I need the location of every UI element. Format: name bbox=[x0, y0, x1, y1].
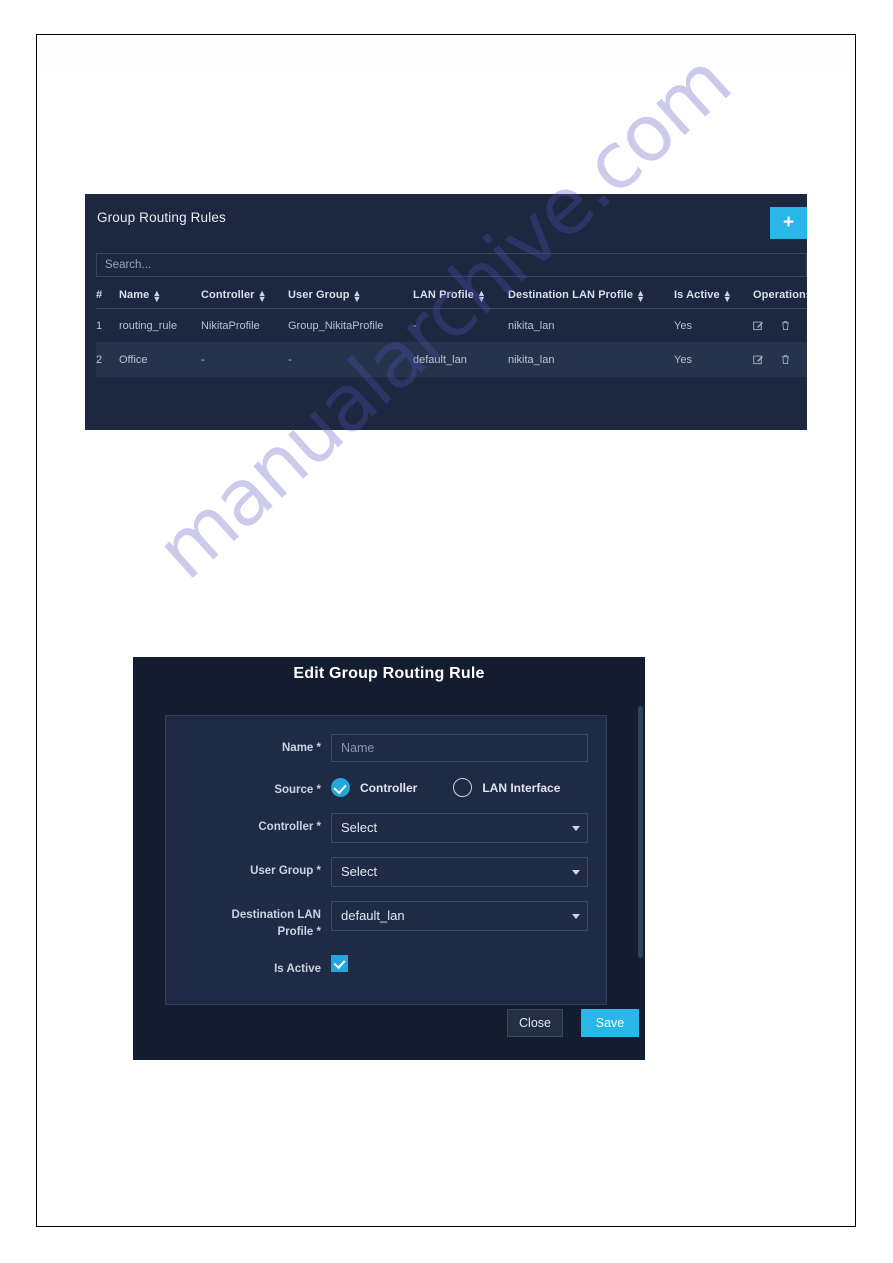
modal-footer: Close Save bbox=[133, 1003, 645, 1060]
label-destination-lan-profile: Destination LAN Profile * bbox=[166, 901, 331, 941]
column-label: # bbox=[96, 289, 103, 302]
source-radio-group: Controller LAN Interface bbox=[331, 776, 588, 797]
sort-icon[interactable]: ▲ ▼ bbox=[152, 289, 161, 304]
field-destination-lan-profile: default_lan bbox=[331, 901, 606, 931]
name-input[interactable] bbox=[331, 734, 588, 762]
group-routing-rules-panel: Group Routing Rules + # Name▲▼ Controlle… bbox=[85, 194, 807, 430]
page-title: Group Routing Rules bbox=[97, 210, 226, 225]
controller-select-value: Select bbox=[341, 820, 378, 835]
cell-lan-profile: - bbox=[413, 308, 508, 344]
edit-icon[interactable] bbox=[753, 320, 764, 331]
routing-rules-table: # Name ▲ ▼ Controller ▲ ▼ User Group ▲ ▼ LAN P… bbox=[96, 289, 807, 378]
radio-label-lan-interface[interactable]: LAN Interface bbox=[482, 781, 560, 795]
add-rule-button[interactable]: + bbox=[770, 207, 807, 239]
column-label: Operations bbox=[753, 289, 807, 302]
close-button[interactable]: Close bbox=[507, 1009, 563, 1037]
form-row-is-active: Is Active bbox=[166, 955, 606, 978]
column-header-number: # bbox=[96, 289, 119, 310]
panel-header: Group Routing Rules + bbox=[85, 194, 807, 250]
label-line-2: Profile * bbox=[277, 926, 321, 938]
table-row[interactable]: 1 routing_rule NikitaProfile Group_Nikit… bbox=[96, 308, 807, 344]
user-group-select-value: Select bbox=[341, 864, 378, 879]
form-row-user-group: User Group * Select bbox=[166, 857, 606, 887]
radio-label-controller[interactable]: Controller bbox=[360, 781, 417, 795]
sort-icon[interactable]: ▲ ▼ bbox=[258, 289, 267, 304]
cell-is-active: Yes bbox=[674, 342, 753, 378]
label-name: Name * bbox=[282, 742, 321, 754]
cell-destination-lan-profile: nikita_lan bbox=[508, 308, 674, 344]
field-is-active bbox=[331, 955, 606, 977]
table-row[interactable]: 2 Office - - default_lan nikita_lan Yes bbox=[96, 342, 807, 378]
column-header-destination-lan-profile[interactable]: Destination LAN Profile ▲ ▼ bbox=[508, 289, 674, 310]
form-row-controller: Controller * Select bbox=[166, 813, 606, 843]
label-source: Source * bbox=[274, 784, 321, 796]
column-label: Controller bbox=[201, 289, 255, 301]
cell-user-group: - bbox=[288, 342, 413, 378]
edit-group-routing-rule-modal: Edit Group Routing Rule Name * Source * … bbox=[133, 657, 645, 1060]
user-group-select[interactable]: Select bbox=[331, 857, 588, 887]
cell-user-group: Group_NikitaProfile bbox=[288, 308, 413, 344]
cell-name: routing_rule bbox=[119, 308, 201, 344]
form-row-name: Name * bbox=[166, 734, 606, 762]
field-controller: Select bbox=[331, 813, 606, 843]
destination-lan-profile-select[interactable]: default_lan bbox=[331, 901, 588, 931]
chevron-down-icon bbox=[572, 826, 580, 831]
column-label: Name bbox=[119, 289, 150, 301]
form-row-destination-lan-profile: Destination LAN Profile * default_lan bbox=[166, 901, 606, 941]
cell-operations bbox=[753, 308, 807, 344]
cell-number: 2 bbox=[96, 342, 119, 378]
radio-lan-interface-icon[interactable] bbox=[453, 778, 473, 797]
cell-destination-lan-profile: nikita_lan bbox=[508, 342, 674, 378]
label-is-active: Is Active bbox=[274, 963, 321, 975]
form-row-source: Source * Controller LAN Interface bbox=[166, 776, 606, 799]
table-header: # Name ▲ ▼ Controller ▲ ▼ User Group ▲ ▼ LAN P… bbox=[96, 289, 807, 310]
chevron-down-icon bbox=[572, 870, 580, 875]
search-container bbox=[96, 253, 807, 277]
column-header-user-group[interactable]: User Group ▲ ▼ bbox=[288, 289, 413, 310]
label-user-group: User Group * bbox=[250, 865, 321, 877]
radio-controller-selected-icon[interactable] bbox=[331, 778, 350, 797]
cell-operations bbox=[753, 342, 807, 378]
column-label: User Group bbox=[288, 289, 350, 301]
is-active-checkbox[interactable] bbox=[331, 955, 348, 972]
modal-form: Name * Source * Controller LAN Interface… bbox=[165, 715, 607, 1005]
edit-icon[interactable] bbox=[753, 354, 764, 365]
sort-icon[interactable]: ▲ ▼ bbox=[636, 289, 645, 304]
column-header-is-active[interactable]: Is Active ▲ ▼ bbox=[674, 289, 753, 310]
destination-lan-profile-select-value: default_lan bbox=[341, 908, 405, 923]
column-header-lan-profile[interactable]: LAN Profile ▲ ▼ bbox=[413, 289, 508, 310]
cell-controller: NikitaProfile bbox=[201, 308, 288, 344]
field-user-group: Select bbox=[331, 857, 606, 887]
search-input[interactable] bbox=[96, 253, 807, 277]
field-source: Controller LAN Interface bbox=[331, 776, 606, 797]
modal-scrollbar[interactable] bbox=[638, 706, 643, 958]
chevron-down-icon bbox=[572, 914, 580, 919]
sort-icon[interactable]: ▲ ▼ bbox=[477, 289, 486, 304]
field-name bbox=[331, 734, 606, 762]
cell-number: 1 bbox=[96, 308, 119, 344]
sort-icon[interactable]: ▲ ▼ bbox=[723, 289, 732, 304]
trash-icon[interactable] bbox=[780, 320, 791, 331]
column-label: LAN Profile bbox=[413, 289, 474, 301]
column-header-name[interactable]: Name ▲ ▼ bbox=[119, 289, 201, 310]
label-line-1: Destination LAN bbox=[231, 909, 321, 921]
column-label: Is Active bbox=[674, 289, 720, 301]
controller-select[interactable]: Select bbox=[331, 813, 588, 843]
cell-lan-profile: default_lan bbox=[413, 342, 508, 378]
column-label: Destination LAN Profile bbox=[508, 289, 634, 301]
label-controller: Controller * bbox=[258, 821, 321, 833]
modal-title: Edit Group Routing Rule bbox=[293, 665, 485, 682]
save-button[interactable]: Save bbox=[581, 1009, 639, 1037]
column-header-controller[interactable]: Controller ▲ ▼ bbox=[201, 289, 288, 310]
trash-icon[interactable] bbox=[780, 354, 791, 365]
cell-name: Office bbox=[119, 342, 201, 378]
cell-is-active: Yes bbox=[674, 308, 753, 344]
column-header-operations: Operations bbox=[753, 289, 807, 310]
table-header-row: # Name ▲ ▼ Controller ▲ ▼ User Group ▲ ▼ LAN P… bbox=[96, 289, 807, 310]
cell-controller: - bbox=[201, 342, 288, 378]
sort-icon[interactable]: ▲ ▼ bbox=[353, 289, 362, 304]
table-body: 1 routing_rule NikitaProfile Group_Nikit… bbox=[96, 308, 807, 378]
